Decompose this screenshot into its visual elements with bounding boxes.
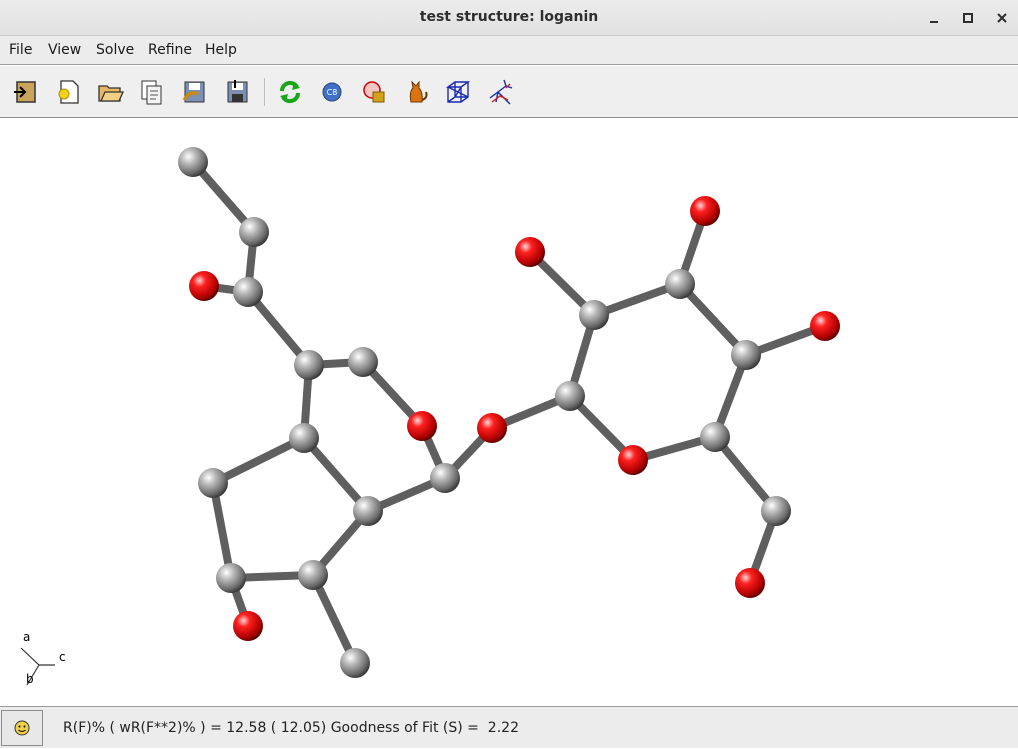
bonds-group — [189, 158, 829, 667]
oxygen-atom[interactable] — [407, 411, 437, 441]
minimize-icon[interactable] — [924, 8, 944, 28]
save-icon[interactable] — [223, 78, 251, 106]
carbon-atom[interactable] — [700, 422, 730, 452]
axis-indicator: a c b — [15, 630, 75, 690]
status-bar: R(F)% ( wR(F**2)% ) = 12.58 ( 12.05) Goo… — [0, 706, 1018, 748]
carbon-atom[interactable] — [298, 560, 328, 590]
oxygen-atom[interactable] — [810, 311, 840, 341]
carbon-atom[interactable] — [198, 468, 228, 498]
carbon-atom[interactable] — [430, 463, 460, 493]
carbon-atom[interactable] — [239, 217, 269, 247]
save-as-icon[interactable] — [180, 78, 208, 106]
menu-file[interactable]: File — [9, 42, 32, 58]
axis-label-a: a — [23, 630, 31, 644]
close-icon[interactable] — [992, 8, 1012, 28]
oxygen-atom[interactable] — [515, 237, 545, 267]
window-title: test structure: loganin — [419, 9, 599, 25]
smiley-icon — [14, 720, 30, 736]
oxygen-atom[interactable] — [233, 611, 263, 641]
carbon-atom[interactable] — [761, 496, 791, 526]
atoms-group — [178, 147, 840, 678]
axis-label-c: c — [59, 650, 66, 664]
cat-icon[interactable] — [402, 78, 430, 106]
carbon-atom[interactable] — [579, 300, 609, 330]
carbon-atom[interactable] — [348, 347, 378, 377]
carbon-atom[interactable] — [340, 648, 370, 678]
oxygen-atom[interactable] — [735, 568, 765, 598]
menu-help[interactable]: Help — [205, 42, 237, 58]
menu-view[interactable]: View — [48, 42, 81, 58]
status-icon-button[interactable] — [1, 710, 43, 746]
toolbar-separator — [264, 78, 265, 106]
svg-text:C8: C8 — [327, 88, 338, 97]
carbon-atom[interactable] — [353, 496, 383, 526]
carbon-atom[interactable] — [233, 277, 263, 307]
tree-icon[interactable] — [486, 78, 514, 106]
cell-icon[interactable]: C8 — [318, 78, 346, 106]
carbon-atom[interactable] — [294, 350, 324, 380]
refresh-icon[interactable] — [276, 78, 304, 106]
carbon-atom[interactable] — [555, 381, 585, 411]
oxygen-atom[interactable] — [618, 445, 648, 475]
oxygen-atom[interactable] — [189, 271, 219, 301]
structure-view[interactable]: a c b — [0, 118, 1018, 706]
carbon-atom[interactable] — [289, 423, 319, 453]
status-r-factor: R(F)% ( wR(F**2)% ) = 12.58 ( 12.05) Goo… — [63, 720, 519, 736]
menu-bar: File View Solve Refine Help — [0, 36, 1018, 65]
oxygen-atom[interactable] — [477, 413, 507, 443]
new-structure-icon[interactable] — [54, 78, 82, 106]
carbon-atom[interactable] — [178, 147, 208, 177]
oxygen-atom[interactable] — [690, 196, 720, 226]
toolbar: C8 — [0, 66, 1018, 118]
shelx-icon[interactable] — [360, 78, 388, 106]
carbon-atom[interactable] — [731, 340, 761, 370]
maximize-icon[interactable] — [958, 8, 978, 28]
unit-cell-icon[interactable] — [444, 78, 472, 106]
title-bar: test structure: loganin — [0, 0, 1018, 36]
carbon-atom[interactable] — [216, 563, 246, 593]
report-icon[interactable] — [138, 78, 166, 106]
import-icon[interactable] — [11, 78, 39, 106]
menu-solve[interactable]: Solve — [96, 42, 134, 58]
axis-label-b: b — [26, 672, 34, 686]
molecule-3d-view[interactable] — [0, 118, 1018, 706]
open-folder-icon[interactable] — [96, 78, 125, 106]
carbon-atom[interactable] — [665, 269, 695, 299]
menu-refine[interactable]: Refine — [148, 42, 192, 58]
